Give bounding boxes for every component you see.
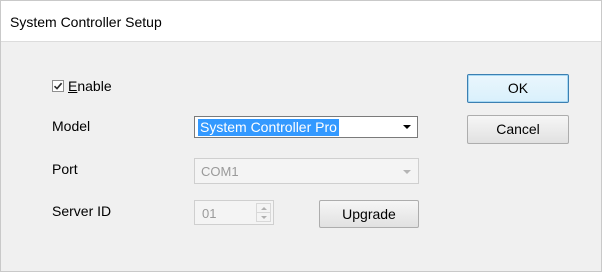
enable-checkbox-row[interactable]: Enable: [52, 78, 112, 94]
checkmark-icon: [53, 82, 63, 90]
title-bar[interactable]: System Controller Setup: [1, 1, 601, 42]
enable-label[interactable]: Enable: [68, 78, 112, 94]
ok-button[interactable]: OK: [467, 74, 569, 103]
cancel-button[interactable]: Cancel: [467, 115, 569, 144]
model-value[interactable]: System Controller Pro: [198, 119, 339, 136]
port-combobox[interactable]: COM1: [194, 158, 419, 184]
enable-checkbox[interactable]: [52, 80, 64, 92]
arrow-up-icon: [260, 206, 267, 210]
window-title: System Controller Setup: [10, 14, 162, 30]
setup-dialog: System Controller Setup Enable Model Por…: [0, 0, 602, 272]
model-combobox[interactable]: System Controller Pro: [194, 116, 418, 138]
port-label: Port: [52, 161, 78, 177]
upgrade-button[interactable]: Upgrade: [319, 200, 419, 228]
arrow-down-icon: [260, 215, 267, 219]
server-id-label: Server ID: [52, 203, 112, 219]
spinner-buttons: [256, 203, 271, 222]
server-id-value: 01: [202, 206, 217, 221]
spin-up-button[interactable]: [257, 204, 270, 213]
server-id-spinner[interactable]: 01: [194, 200, 274, 225]
model-label: Model: [52, 118, 91, 134]
chevron-down-icon[interactable]: [403, 170, 411, 174]
spin-down-button[interactable]: [257, 213, 270, 221]
chevron-down-icon[interactable]: [403, 125, 411, 129]
port-value: COM1: [201, 164, 239, 179]
